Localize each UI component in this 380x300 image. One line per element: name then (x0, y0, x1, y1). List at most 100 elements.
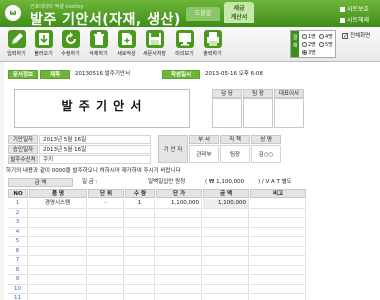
table-cell-note[interactable] (250, 199, 306, 209)
table-cell-note[interactable] (250, 227, 306, 237)
table-cell-name[interactable] (29, 227, 87, 237)
table-cell-qty[interactable] (125, 294, 155, 300)
table-cell-name[interactable] (29, 246, 87, 256)
table-cell-qty[interactable] (125, 227, 155, 237)
table-cell-note[interactable] (250, 265, 306, 275)
table-cell-qty[interactable] (125, 237, 155, 247)
table-cell-qty[interactable] (125, 246, 155, 256)
table-cell-unit[interactable] (88, 227, 124, 237)
amount-korean: 일백일십만 원정 (148, 179, 186, 185)
table-cell-name[interactable] (29, 208, 87, 218)
table-cell-unit[interactable] (88, 246, 124, 256)
table-cell-amount[interactable] (203, 218, 249, 228)
table-cell-qty[interactable] (125, 256, 155, 266)
table-cell-price[interactable] (156, 294, 202, 300)
table-cell-amount[interactable] (203, 284, 249, 294)
table-cell-amount[interactable] (203, 256, 249, 266)
table-cell-note[interactable] (250, 208, 306, 218)
table-cell-name[interactable] (29, 256, 87, 266)
edit-button[interactable]: 수정하기 (57, 30, 84, 60)
table-cell-qty[interactable] (125, 284, 155, 294)
approval-stamp-ceo[interactable] (274, 98, 304, 128)
fullscreen-checkbox[interactable]: ✓ 전체화면 (342, 31, 370, 39)
table-cell-qty[interactable] (125, 218, 155, 228)
table-cell-no: 8 (8, 265, 28, 275)
table-cell-amount[interactable] (203, 208, 249, 218)
table-cell-name[interactable]: 경영시스템 (29, 199, 87, 209)
table-cell-amount[interactable] (203, 294, 249, 300)
radio-5[interactable]: 5명 (319, 41, 333, 48)
table-cell-amount[interactable] (203, 227, 249, 237)
table-cell-price[interactable]: 1,100,000 (156, 199, 202, 209)
table-cell-note[interactable] (250, 237, 306, 247)
radio-3[interactable]: 3명 (302, 49, 316, 56)
table-cell-amount[interactable] (203, 275, 249, 285)
new-button[interactable]: 새로작성 (113, 30, 140, 60)
table-cell-price[interactable] (156, 208, 202, 218)
table-cell-unit[interactable] (88, 218, 124, 228)
table-cell-price[interactable] (156, 275, 202, 285)
table-cell-unit[interactable] (88, 237, 124, 247)
radio-1[interactable]: 1명 (302, 33, 316, 40)
table-cell-amount[interactable]: 1,100,000 (203, 199, 249, 209)
table-cell-amount[interactable] (203, 246, 249, 256)
delete-button[interactable]: 삭제하기 (85, 30, 112, 60)
table-cell-amount[interactable] (203, 237, 249, 247)
table-cell-name[interactable] (29, 265, 87, 275)
table-cell-note[interactable] (250, 284, 306, 294)
new-label: 새로작성 (117, 51, 136, 57)
drafter-dept-value[interactable]: 관리부 (189, 145, 219, 163)
table-cell-unit[interactable] (88, 256, 124, 266)
draft-date-value[interactable]: 2013년 5월 16일 (39, 135, 151, 144)
table-cell-unit[interactable]: - (88, 199, 124, 209)
save-new-button[interactable]: 새문서저장 (141, 30, 168, 60)
table-cell-price[interactable] (156, 227, 202, 237)
table-cell-qty[interactable]: 1 (125, 199, 155, 209)
approve-date-value[interactable]: 2013년 5월 16일 (39, 145, 151, 154)
print-button[interactable]: 출력하기 (199, 30, 226, 60)
radio-2[interactable]: 2명 (302, 41, 316, 48)
table-cell-note[interactable] (250, 218, 306, 228)
table-cell-note[interactable] (250, 275, 306, 285)
approval-stamp-staff[interactable] (212, 98, 242, 128)
radio-4[interactable]: 4명 (319, 33, 333, 40)
table-cell-qty[interactable] (125, 208, 155, 218)
subject-value[interactable]: 20130516 발주기안서 (72, 70, 158, 79)
table-cell-unit[interactable] (88, 265, 124, 275)
input-button[interactable]: 입력하기 (3, 30, 30, 60)
table-cell-name[interactable] (29, 237, 87, 247)
table-cell-no: 7 (8, 256, 28, 266)
tab-help[interactable]: 도움말 (186, 7, 220, 21)
table-cell-unit[interactable] (88, 208, 124, 218)
sheet-protect-link[interactable]: 시트보호 (340, 4, 369, 13)
drafter-name-value[interactable]: 김○○ (251, 145, 281, 163)
table-cell-price[interactable] (156, 256, 202, 266)
sheet-unprotect-link[interactable]: 시트해제 (340, 15, 369, 24)
table-cell-price[interactable] (156, 265, 202, 275)
table-cell-price[interactable] (156, 246, 202, 256)
table-cell-name[interactable] (29, 284, 87, 294)
table-cell-unit[interactable] (88, 294, 124, 300)
radio-dot (302, 34, 307, 39)
table-cell-price[interactable] (156, 284, 202, 294)
table-cell-qty[interactable] (125, 275, 155, 285)
table-cell-name[interactable] (29, 275, 87, 285)
table-cell-name[interactable] (29, 294, 87, 300)
table-cell-unit[interactable] (88, 284, 124, 294)
table-cell-note[interactable] (250, 294, 306, 300)
table-cell-price[interactable] (156, 218, 202, 228)
table-cell-amount[interactable] (203, 265, 249, 275)
table-cell-price[interactable] (156, 237, 202, 247)
load-button[interactable]: 불러오기 (30, 30, 57, 60)
table-cell-note[interactable] (250, 246, 306, 256)
tab-tax-invoice[interactable]: 세금 계산서 (224, 2, 254, 23)
recipient-value[interactable]: 쿠키 (39, 155, 151, 164)
drafter-title-value[interactable]: 팀장 (220, 145, 250, 163)
table-cell-unit[interactable] (88, 275, 124, 285)
table-cell-note[interactable] (250, 256, 306, 266)
date-value[interactable]: 2013-05-16 오후 6:08 (202, 70, 294, 79)
approval-stamp-lead[interactable] (243, 98, 273, 128)
table-cell-qty[interactable] (125, 265, 155, 275)
preview-button[interactable]: 미리보기 (171, 30, 198, 60)
table-cell-name[interactable] (29, 218, 87, 228)
